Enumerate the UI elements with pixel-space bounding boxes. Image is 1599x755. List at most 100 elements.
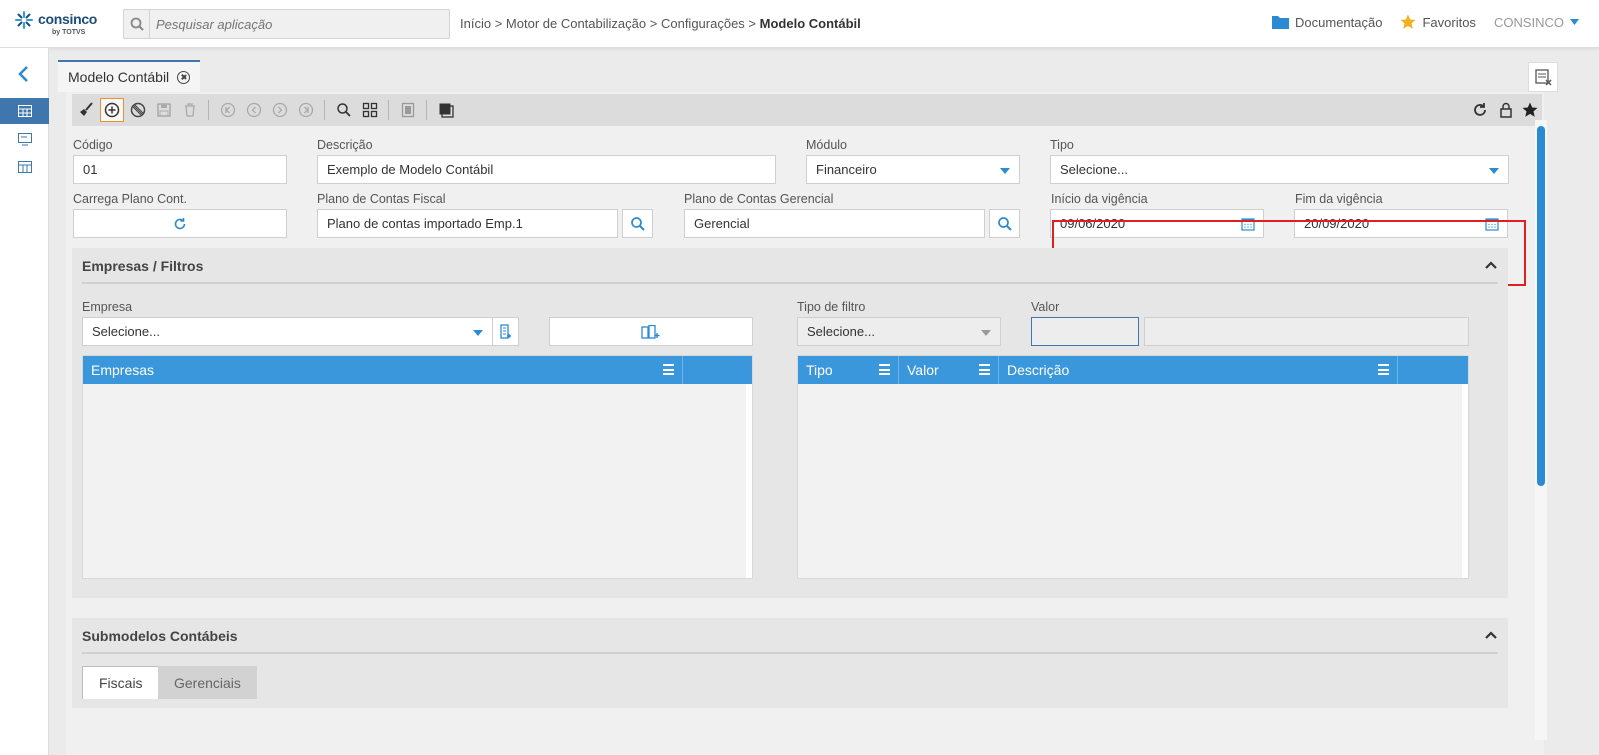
copy-button[interactable] <box>434 98 458 122</box>
refresh-button[interactable] <box>1468 98 1492 122</box>
calendar-grid-icon <box>17 161 32 173</box>
sidebar-item-table[interactable] <box>0 98 49 124</box>
next-record-button[interactable] <box>268 98 292 122</box>
previous-icon <box>246 102 262 118</box>
refresh-icon <box>1474 103 1486 116</box>
user-menu[interactable]: CONSINCO <box>1494 15 1579 30</box>
column-menu-icon[interactable] <box>663 364 674 375</box>
documentation-link[interactable]: Documentação <box>1272 15 1382 30</box>
refresh-icon <box>174 217 186 229</box>
toolbar <box>72 94 1542 126</box>
breadcrumb-item-current: Modelo Contábil <box>759 16 861 31</box>
form-icon <box>401 102 415 118</box>
chevron-left-icon[interactable] <box>12 64 36 84</box>
tab-modelo-contabil[interactable]: Modelo Contábil <box>58 60 201 92</box>
previous-record-button[interactable] <box>242 98 266 122</box>
trash-icon <box>185 103 195 117</box>
clear-cache-button[interactable] <box>1528 62 1558 92</box>
plano-gerencial-label: Plano de Contas Gerencial <box>684 192 834 206</box>
breadcrumb-item-motor[interactable]: Motor de Contabilização <box>506 16 646 31</box>
grid-scrollbar[interactable] <box>746 384 752 578</box>
grid-scrollbar[interactable] <box>1462 384 1468 578</box>
carrega-plano-label: Carrega Plano Cont. <box>73 192 187 206</box>
search-button[interactable] <box>332 98 356 122</box>
save-button[interactable] <box>152 98 176 122</box>
app-search[interactable] <box>123 9 450 39</box>
tab-fiscais[interactable]: Fiscais <box>82 666 160 699</box>
delete-button[interactable] <box>178 98 202 122</box>
empresa-select[interactable]: Selecione... <box>82 317 493 346</box>
plano-fiscal-label: Plano de Contas Fiscal <box>317 192 446 206</box>
plano-gerencial-search-button[interactable] <box>989 209 1020 238</box>
content-area: Modelo Contábil Código 01 Descrição Exem… <box>58 58 1568 755</box>
header-actions: Documentação Favoritos CONSINCO <box>1272 14 1579 30</box>
breadcrumb-item-configuracoes[interactable]: Configurações <box>661 16 745 31</box>
column-header-tipo[interactable]: Tipo <box>798 356 899 384</box>
tipo-select[interactable]: Selecione... <box>1050 155 1509 184</box>
descricao-label: Descrição <box>317 138 373 152</box>
codigo-input[interactable]: 01 <box>73 155 287 184</box>
buildings-icon <box>641 324 660 339</box>
clear-form-button[interactable] <box>74 98 98 122</box>
modulo-value: Financeiro <box>816 162 877 177</box>
favorite-button[interactable] <box>1518 98 1542 122</box>
last-record-button[interactable] <box>294 98 318 122</box>
caret-down-icon <box>473 330 483 336</box>
cancel-button[interactable] <box>126 98 150 122</box>
inicio-vigencia-label: Início da vigência <box>1051 192 1148 206</box>
search-input[interactable] <box>156 10 446 38</box>
search-icon <box>630 216 645 231</box>
chevron-up-icon[interactable] <box>1484 628 1498 642</box>
caret-down-icon <box>981 330 991 336</box>
top-bar: consinco by TOTVS Início > Motor de Cont… <box>0 0 1599 48</box>
empresas-grid: Empresas <box>82 355 753 579</box>
breadcrumb-item-inicio[interactable]: Início <box>460 16 491 31</box>
monitor-icon <box>17 132 32 145</box>
breadcrumb: Início > Motor de Contabilização > Confi… <box>460 16 861 31</box>
filtros-grid: Tipo Valor Descrição <box>797 355 1469 579</box>
column-menu-icon[interactable] <box>879 364 890 375</box>
copy-icon <box>439 103 454 118</box>
cancel-circle-icon <box>130 102 146 118</box>
form-panel: Código 01 Descrição Exemplo de Modelo Co… <box>66 92 1544 755</box>
search-icon <box>124 10 150 38</box>
close-tab-icon[interactable] <box>177 70 191 84</box>
column-menu-icon[interactable] <box>1378 364 1389 375</box>
magnifier-icon <box>337 103 351 117</box>
plano-fiscal-search-button[interactable] <box>622 209 653 238</box>
tipo-filtro-label: Tipo de filtro <box>797 300 866 314</box>
plano-gerencial-input[interactable]: Gerencial <box>684 209 985 238</box>
chevron-up-icon[interactable] <box>1484 258 1498 272</box>
add-all-empresas-button[interactable] <box>549 317 753 346</box>
valor-label: Valor <box>1031 300 1060 314</box>
sidebar-item-monitor[interactable] <box>0 126 49 152</box>
add-button[interactable] <box>100 98 124 122</box>
first-record-button[interactable] <box>216 98 240 122</box>
add-empresa-button[interactable] <box>492 317 519 346</box>
sidebar-item-calendar[interactable] <box>0 154 49 180</box>
grid-icon <box>362 102 378 118</box>
favorites-link[interactable]: Favoritos <box>1400 14 1476 30</box>
plus-circle-icon <box>104 102 120 118</box>
column-header-empresas[interactable]: Empresas <box>83 356 683 384</box>
tipo-filtro-select[interactable]: Selecione... <box>797 317 1001 346</box>
column-header-descricao[interactable]: Descrição <box>999 356 1398 384</box>
lock-button[interactable] <box>1494 98 1518 122</box>
empresas-grid-header: Empresas <box>83 356 752 384</box>
descricao-input[interactable]: Exemplo de Modelo Contábil <box>317 155 776 184</box>
valor-descricao-input[interactable] <box>1144 317 1469 346</box>
tab-gerenciais[interactable]: Gerenciais <box>158 666 257 699</box>
modulo-select[interactable]: Financeiro <box>806 155 1020 184</box>
consinco-logo[interactable]: consinco by TOTVS <box>14 9 104 39</box>
grid-view-button[interactable] <box>358 98 382 122</box>
logo-text: consinco <box>38 11 98 27</box>
column-menu-icon[interactable] <box>979 364 990 375</box>
folder-icon <box>1272 16 1290 29</box>
column-header-valor[interactable]: Valor <box>899 356 999 384</box>
section-title: Submodelos Contábeis <box>82 628 238 644</box>
form-view-button[interactable] <box>396 98 420 122</box>
valor-input[interactable] <box>1031 317 1139 346</box>
plano-fiscal-input[interactable]: Plano de contas importado Emp.1 <box>317 209 618 238</box>
carrega-plano-button[interactable] <box>73 209 287 238</box>
page-scrollbar-thumb[interactable] <box>1537 126 1545 486</box>
